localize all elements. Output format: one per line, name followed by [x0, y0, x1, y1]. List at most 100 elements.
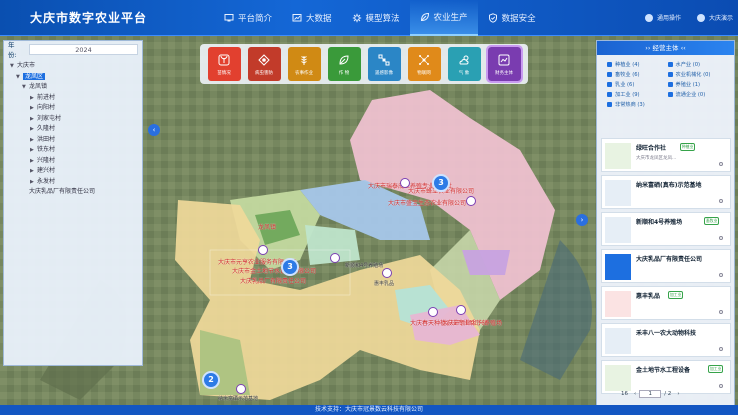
collapse-right-button[interactable]: › — [576, 214, 588, 226]
tree-node[interactable]: ▶ 久隆村 — [10, 124, 136, 135]
map-label: 大庆市金土地节水设备有限公司 — [232, 268, 317, 275]
tree-node[interactable]: ▶ 永发村 — [10, 177, 136, 188]
tree-node[interactable]: ▼ 大庆市 — [10, 61, 136, 72]
location-pin-icon[interactable] — [719, 199, 723, 203]
entity-name: 禾丰八一农大动物科技 — [636, 330, 697, 337]
tree-node-label: 龙凤镇 — [29, 83, 48, 90]
location-pin-icon[interactable] — [719, 236, 723, 240]
entity-tag: 加工业 — [708, 365, 724, 373]
map-marker[interactable] — [382, 268, 392, 278]
list-item[interactable]: 大庆乳品厂有限责任公司 — [601, 249, 731, 283]
list-item[interactable]: 纳米富硒(真布)示范基地 — [601, 175, 731, 209]
message-icon — [645, 13, 653, 22]
tree-node-label: 大庆市 — [17, 62, 36, 69]
page-input[interactable]: 1 — [639, 389, 662, 398]
nav-item-models[interactable]: 模型算法 — [342, 0, 410, 36]
filter-checkbox[interactable]: 加工业 (9) — [607, 89, 668, 99]
tree-node[interactable]: ▼ 龙凤镇 — [10, 82, 136, 93]
nav-item-production[interactable]: 农业生产 — [409, 0, 478, 36]
checkbox-checked-icon — [667, 61, 673, 67]
map-cluster[interactable]: 3 — [432, 174, 450, 192]
map-marker[interactable] — [466, 196, 476, 206]
map-label: 龙凤镇 — [258, 224, 277, 231]
location-pin-icon[interactable] — [719, 310, 723, 314]
filter-label: 水产业 (0) — [675, 61, 701, 68]
tool-remote-sensing[interactable]: 遥感影像 — [367, 47, 401, 81]
category-filters: 种植业 (4) 水产业 (0) 畜牧业 (6) 农业机械化 (0) 乳业 (6)… — [597, 55, 734, 111]
prev-page-button[interactable]: ‹ — [634, 391, 636, 397]
map-cluster[interactable]: 2 — [202, 371, 220, 389]
list-item[interactable]: 惠丰乳品 加工业 — [601, 286, 731, 320]
chart-line-icon — [497, 53, 511, 67]
tree-node-label: 久隆村 — [37, 125, 56, 132]
tool-entity[interactable]: 财务主体 — [485, 45, 523, 83]
filter-checkbox[interactable]: 种植业 (4) — [607, 59, 668, 69]
year-select[interactable]: 2024 — [29, 43, 138, 55]
user-menu[interactable]: 大庆演示 — [697, 13, 733, 22]
tree-node[interactable]: ▼ 龙凤区 — [10, 72, 136, 83]
user-messages[interactable]: 通用操作 — [645, 13, 681, 22]
tool-weather[interactable]: 气 象 — [447, 47, 481, 81]
tree-node[interactable]: ▶ 向阳村 — [10, 103, 136, 114]
tree-node-label: 建兴村 — [37, 167, 56, 174]
nav-item-security[interactable]: 数据安全 — [478, 0, 546, 36]
tree-node[interactable]: ▶ 洪田村 — [10, 135, 136, 146]
map-marker[interactable] — [428, 307, 438, 317]
chevrons-icon: ‹‹ — [678, 44, 686, 52]
entity-name: 新顺和4号养殖场 — [636, 219, 683, 226]
map-marker[interactable] — [330, 253, 340, 263]
location-pin-icon[interactable] — [719, 162, 723, 166]
tool-iot[interactable]: 物联网 — [407, 47, 441, 81]
next-page-button[interactable]: › — [677, 391, 679, 397]
list-item[interactable]: 禾丰八一农大动物科技 — [601, 323, 731, 357]
filter-checkbox[interactable]: 农业机械化 (0) — [667, 69, 729, 79]
entity-name: 绿旺合作社 — [636, 145, 667, 152]
map-marker[interactable] — [400, 178, 410, 188]
wheat-icon — [297, 53, 311, 67]
map-cluster[interactable]: 3 — [281, 258, 299, 276]
tree-node[interactable]: ▶ 前进村 — [10, 93, 136, 104]
tool-crop[interactable]: 作 物 — [327, 47, 361, 81]
map-marker[interactable] — [456, 305, 466, 315]
tree-node-label: 向阳村 — [37, 104, 56, 111]
tool-label: 作 物 — [338, 70, 350, 76]
map-label: 新顺和4号养殖场 — [345, 263, 384, 269]
checkbox-checked-icon — [667, 71, 673, 77]
collapse-left-button[interactable]: ‹ — [148, 124, 160, 136]
entity-list: 绿旺合作社 种植业 大庆市龙凤区龙凤... 纳米富硒(真布)示范基地 新顺和4号养殖… — [601, 138, 731, 397]
filter-checkbox[interactable]: 畜牧业 (6) — [607, 69, 668, 79]
map-marker[interactable] — [236, 384, 246, 394]
region-purple[interactable] — [462, 250, 510, 275]
nav-label: 模型算法 — [365, 14, 400, 24]
nav-label: 农业生产 — [433, 13, 468, 23]
tree-node[interactable]: ▶ 铁东村 — [10, 145, 136, 156]
user-name: 大庆演示 — [709, 15, 734, 22]
filter-checkbox[interactable]: 流通企业 (0) — [667, 89, 729, 99]
tree-node[interactable]: ▶ 刘家屯村 — [10, 114, 136, 125]
entity-logo — [605, 217, 631, 243]
tree-node[interactable]: 大庆乳品厂有限责任公司 — [10, 187, 136, 198]
nav-label: 数据安全 — [501, 14, 536, 24]
nav-item-bigdata[interactable]: 大数据 — [282, 0, 342, 36]
tool-farmwork[interactable]: 农事作业 — [287, 47, 321, 81]
location-pin-icon[interactable] — [719, 347, 723, 351]
list-item[interactable]: 新顺和4号养殖场 畜牧业 — [601, 212, 731, 246]
filter-checkbox[interactable]: 乳业 (6) — [607, 79, 668, 89]
layer-toolbar: 苗情况 病虫害防 农事作业 作 物 遥感影像 物联网 气 象 财务主体 — [200, 44, 528, 84]
nav-item-intro[interactable]: 平台简介 — [214, 0, 282, 36]
filter-checkbox[interactable]: 养殖业 (1) — [667, 79, 729, 89]
main-nav: 平台简介 大数据 模型算法 农业生产 数据安全 — [214, 0, 546, 36]
caret-down-icon: ▼ — [10, 63, 14, 69]
tree-node-label: 铁东村 — [37, 146, 56, 153]
filter-checkbox[interactable]: 非常热商 (3) — [607, 99, 668, 109]
location-pin-icon[interactable] — [719, 273, 723, 277]
tree-node[interactable]: ▶ 建兴村 — [10, 166, 136, 177]
filter-checkbox[interactable]: 水产业 (0) — [667, 59, 729, 69]
entity-logo — [605, 254, 631, 280]
tool-pest[interactable]: 病虫害防 — [247, 47, 281, 81]
checkbox-checked-icon — [607, 61, 612, 67]
list-item[interactable]: 绿旺合作社 种植业 大庆市龙凤区龙凤... — [601, 138, 731, 172]
map-marker[interactable] — [258, 245, 268, 255]
tree-node[interactable]: ▶ 兴隆村 — [10, 156, 136, 167]
tool-seedling[interactable]: 苗情况 — [207, 47, 241, 81]
